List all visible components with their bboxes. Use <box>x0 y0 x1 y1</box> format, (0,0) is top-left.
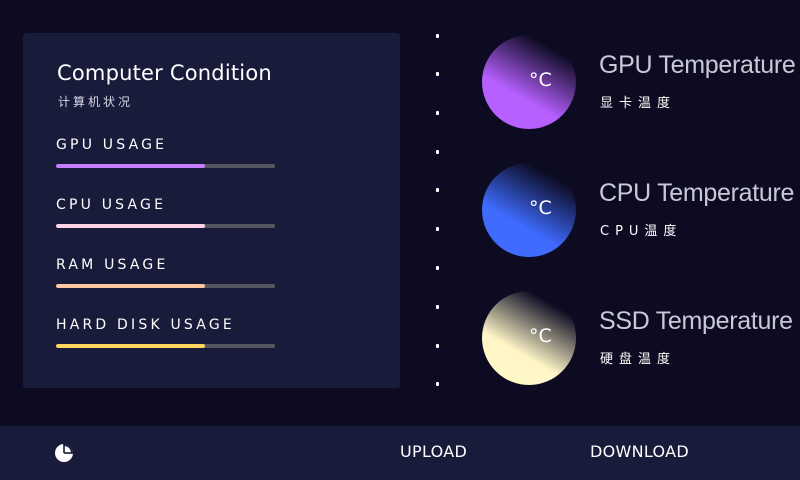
gpu-usage-label: GPU USAGE <box>56 137 168 153</box>
cpu-usage-bar <box>56 224 275 228</box>
dotted-divider <box>436 34 440 394</box>
ssd-temperature-unit: °C <box>529 325 552 347</box>
cpu-temperature-unit: °C <box>529 197 552 219</box>
ram-usage-bar-fill <box>56 284 205 288</box>
ssd-temperature-gauge: °C <box>482 291 576 385</box>
ssd-temperature-subtitle: 硬盘温度 <box>600 352 677 367</box>
gpu-temperature-unit: °C <box>529 69 552 91</box>
ram-usage-bar <box>56 284 275 288</box>
cpu-usage-metric: CPU USAGE <box>56 197 276 228</box>
divider-dot <box>436 188 439 192</box>
hard-disk-usage-bar-fill <box>56 344 205 348</box>
hard-disk-usage-label: HARD DISK USAGE <box>56 317 235 333</box>
gpu-temperature-row: °C GPU Temperature 显卡温度 <box>482 35 796 131</box>
gpu-usage-bar-fill <box>56 164 205 168</box>
gpu-temperature-subtitle: 显卡温度 <box>600 96 677 111</box>
upload-button[interactable]: UPLOAD <box>400 442 467 461</box>
hard-disk-usage-bar <box>56 344 275 348</box>
cpu-usage-bar-fill <box>56 224 205 228</box>
divider-dot <box>436 150 439 154</box>
panel-subtitle: 计算机状况 <box>58 95 134 109</box>
ssd-temperature-row: °C SSD Temperature 硬盘温度 <box>482 291 793 387</box>
gpu-usage-bar <box>56 164 275 168</box>
cpu-temperature-gauge: °C <box>482 163 576 257</box>
dashboard-screen: Computer Condition 计算机状况 GPU USAGE CPU U… <box>0 0 800 480</box>
divider-dot <box>436 344 439 348</box>
cpu-temperature-title: CPU Temperature <box>599 179 795 207</box>
gpu-temperature-title: GPU Temperature <box>599 51 796 79</box>
download-button[interactable]: DOWNLOAD <box>590 442 689 461</box>
panel-title: Computer Condition <box>57 61 272 85</box>
divider-dot <box>436 382 439 386</box>
divider-dot <box>436 305 439 309</box>
computer-condition-panel: Computer Condition 计算机状况 GPU USAGE CPU U… <box>23 33 400 388</box>
hard-disk-usage-metric: HARD DISK USAGE <box>56 317 276 348</box>
divider-dot <box>436 34 439 38</box>
cpu-usage-label: CPU USAGE <box>56 197 167 213</box>
gpu-temperature-gauge: °C <box>482 35 576 129</box>
cpu-temperature-subtitle: CPU温度 <box>600 224 683 239</box>
gpu-usage-metric: GPU USAGE <box>56 137 276 168</box>
bottom-bar: UPLOAD DOWNLOAD <box>0 426 800 480</box>
divider-dot <box>436 227 439 231</box>
ssd-temperature-title: SSD Temperature <box>599 307 793 335</box>
cpu-temperature-row: °C CPU Temperature CPU温度 <box>482 163 794 259</box>
ram-usage-metric: RAM USAGE <box>56 257 276 288</box>
divider-dot <box>436 266 439 270</box>
pie-chart-icon[interactable] <box>54 443 74 463</box>
divider-dot <box>436 111 439 115</box>
divider-dot <box>436 72 439 76</box>
ram-usage-label: RAM USAGE <box>56 257 169 273</box>
